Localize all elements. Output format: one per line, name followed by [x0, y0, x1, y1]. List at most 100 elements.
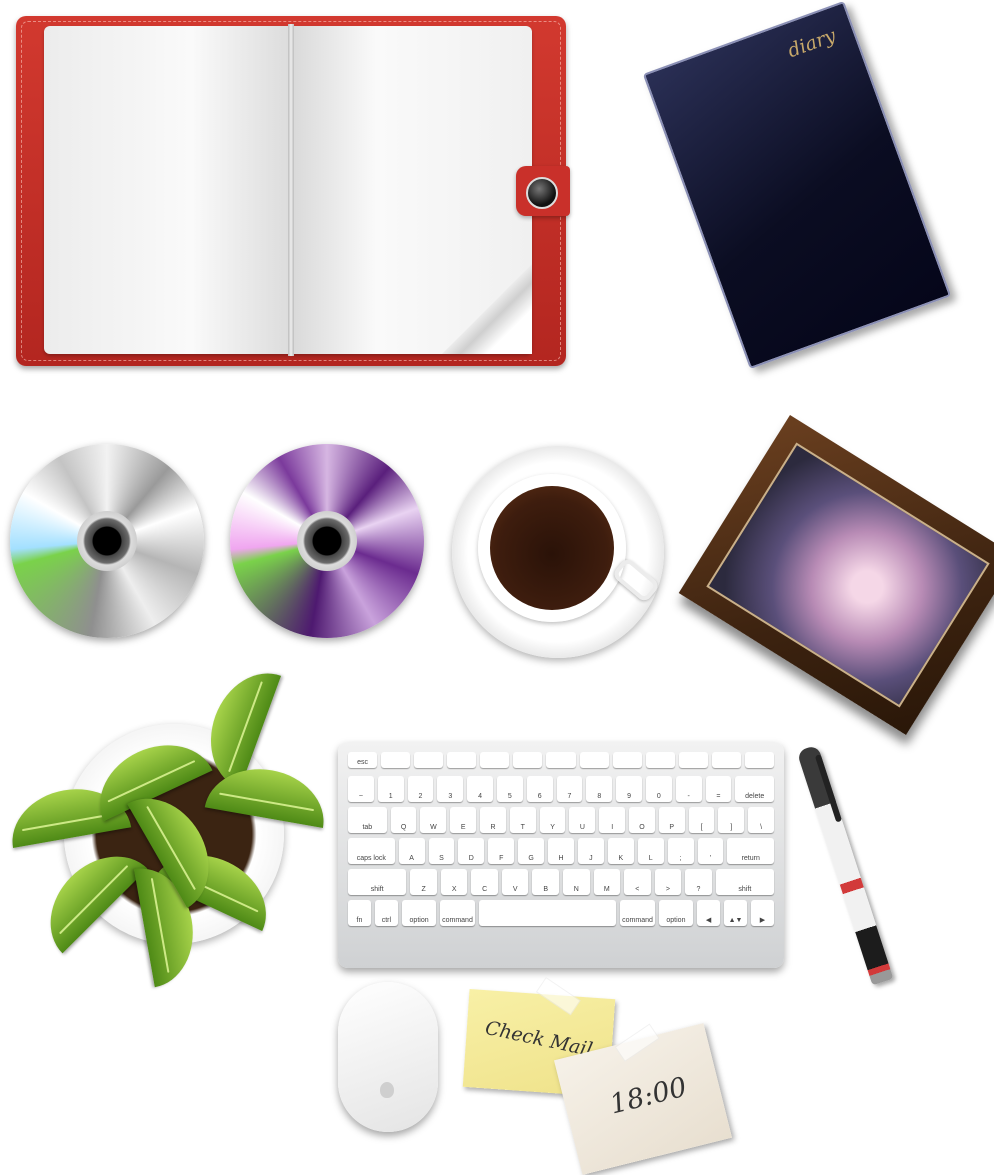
key[interactable]: L — [637, 838, 664, 864]
key[interactable]: I — [599, 807, 626, 833]
key[interactable]: N — [563, 869, 590, 895]
key[interactable]: G — [518, 838, 545, 864]
strap-button-icon — [526, 177, 558, 209]
function-key[interactable] — [579, 752, 609, 768]
function-key[interactable] — [744, 752, 775, 768]
open-notebook — [16, 16, 570, 366]
key[interactable]: - — [675, 776, 702, 802]
key[interactable]: ctrl — [374, 900, 398, 926]
key[interactable]: 9 — [616, 776, 642, 802]
diary-title: diary — [784, 24, 839, 63]
key[interactable]: V — [501, 869, 529, 895]
key[interactable]: J — [577, 838, 604, 864]
key[interactable]: fn — [348, 900, 371, 926]
key[interactable]: P — [658, 807, 685, 833]
notebook-strap — [516, 166, 570, 216]
function-key[interactable] — [546, 752, 576, 768]
key[interactable]: 2 — [407, 776, 434, 802]
keyboard-row: caps lock A S D F G H J K L; ' return — [348, 838, 775, 864]
key[interactable]: H — [548, 838, 574, 864]
key[interactable]: ? — [685, 869, 712, 895]
key[interactable]: [ — [688, 807, 715, 833]
key[interactable]: 1 — [377, 776, 404, 802]
key[interactable]: caps lock — [348, 838, 395, 864]
key[interactable]: S — [428, 838, 455, 864]
key[interactable]: Q — [390, 807, 417, 833]
notebook-spine — [288, 24, 294, 356]
key[interactable]: ~ — [348, 776, 374, 802]
function-key[interactable] — [447, 752, 477, 768]
function-key[interactable] — [711, 752, 741, 768]
potted-plant — [4, 659, 332, 1010]
key[interactable]: C — [471, 869, 498, 895]
key[interactable]: 8 — [586, 776, 613, 802]
keyboard[interactable]: esc ~1 2 3 4 5 6 7 8 9 0- = delete tab Q W E R T Y U I O P[] \ c… — [338, 742, 784, 968]
key[interactable]: tab — [348, 807, 387, 833]
silver-cd-icon — [10, 444, 204, 638]
coffee-cup-icon — [478, 474, 626, 622]
key[interactable]: T — [509, 807, 536, 833]
key[interactable]: F — [488, 838, 515, 864]
framed-photo — [706, 442, 990, 708]
key[interactable]: command — [440, 900, 475, 926]
key[interactable]: > — [654, 869, 682, 895]
key[interactable]: M — [593, 869, 621, 895]
key[interactable]: ▲▼ — [724, 900, 748, 926]
key[interactable]: return — [727, 838, 775, 864]
key[interactable]: A — [398, 838, 425, 864]
key[interactable]: O — [629, 807, 655, 833]
key[interactable]: ; — [667, 838, 694, 864]
key[interactable]: 6 — [526, 776, 553, 802]
key[interactable]: 0 — [645, 776, 672, 802]
function-key[interactable] — [678, 752, 708, 768]
key[interactable]: = — [705, 776, 732, 802]
key[interactable]: B — [532, 869, 560, 895]
function-key[interactable] — [381, 752, 411, 768]
apple-logo-icon — [380, 1082, 394, 1098]
disc-hub — [297, 511, 357, 571]
pen-clip — [814, 754, 843, 823]
key[interactable]: E — [450, 807, 477, 833]
key[interactable]: shift — [715, 869, 775, 895]
key[interactable]: \ — [748, 807, 775, 833]
key[interactable]: ] — [718, 807, 745, 833]
key[interactable]: 3 — [437, 776, 464, 802]
key[interactable]: X — [440, 869, 468, 895]
function-key[interactable] — [612, 752, 642, 768]
key[interactable]: W — [420, 807, 447, 833]
coffee-liquid — [490, 486, 614, 610]
key[interactable]: Z — [410, 869, 437, 895]
mouse[interactable] — [338, 982, 438, 1132]
function-key[interactable] — [414, 752, 444, 768]
key[interactable]: < — [624, 869, 651, 895]
key[interactable]: K — [607, 838, 634, 864]
note-time: 18:00 — [606, 1071, 690, 1121]
notebook-left-page — [44, 26, 290, 354]
diary-book: diary — [642, 0, 952, 370]
key[interactable]: R — [480, 807, 506, 833]
function-key[interactable] — [513, 752, 543, 768]
keyboard-row: ~1 2 3 4 5 6 7 8 9 0- = delete — [348, 776, 775, 802]
key[interactable]: 4 — [467, 776, 493, 802]
function-key[interactable] — [480, 752, 510, 768]
function-key[interactable] — [645, 752, 675, 768]
key[interactable]: option — [401, 900, 437, 926]
key[interactable]: Y — [539, 807, 566, 833]
function-key[interactable]: esc — [348, 752, 378, 768]
key[interactable]: command — [620, 900, 655, 926]
key[interactable]: U — [569, 807, 596, 833]
key[interactable]: delete — [735, 776, 775, 802]
disc-hub — [77, 511, 137, 571]
key[interactable]: D — [458, 838, 485, 864]
key[interactable]: ' — [697, 838, 724, 864]
key[interactable]: option — [658, 900, 694, 926]
key[interactable]: ▶ — [751, 900, 774, 926]
key[interactable]: 7 — [556, 776, 583, 802]
key[interactable]: 5 — [496, 776, 523, 802]
keyboard-row: shift Z X C V B N M < >? shift — [348, 869, 775, 895]
key[interactable] — [478, 900, 617, 926]
pen-icon — [796, 744, 894, 986]
key[interactable]: shift — [348, 869, 407, 895]
key[interactable]: ◀ — [697, 900, 721, 926]
keyboard-keys: ~1 2 3 4 5 6 7 8 9 0- = delete tab Q W E R T Y U I O P[] \ caps … — [348, 776, 775, 931]
